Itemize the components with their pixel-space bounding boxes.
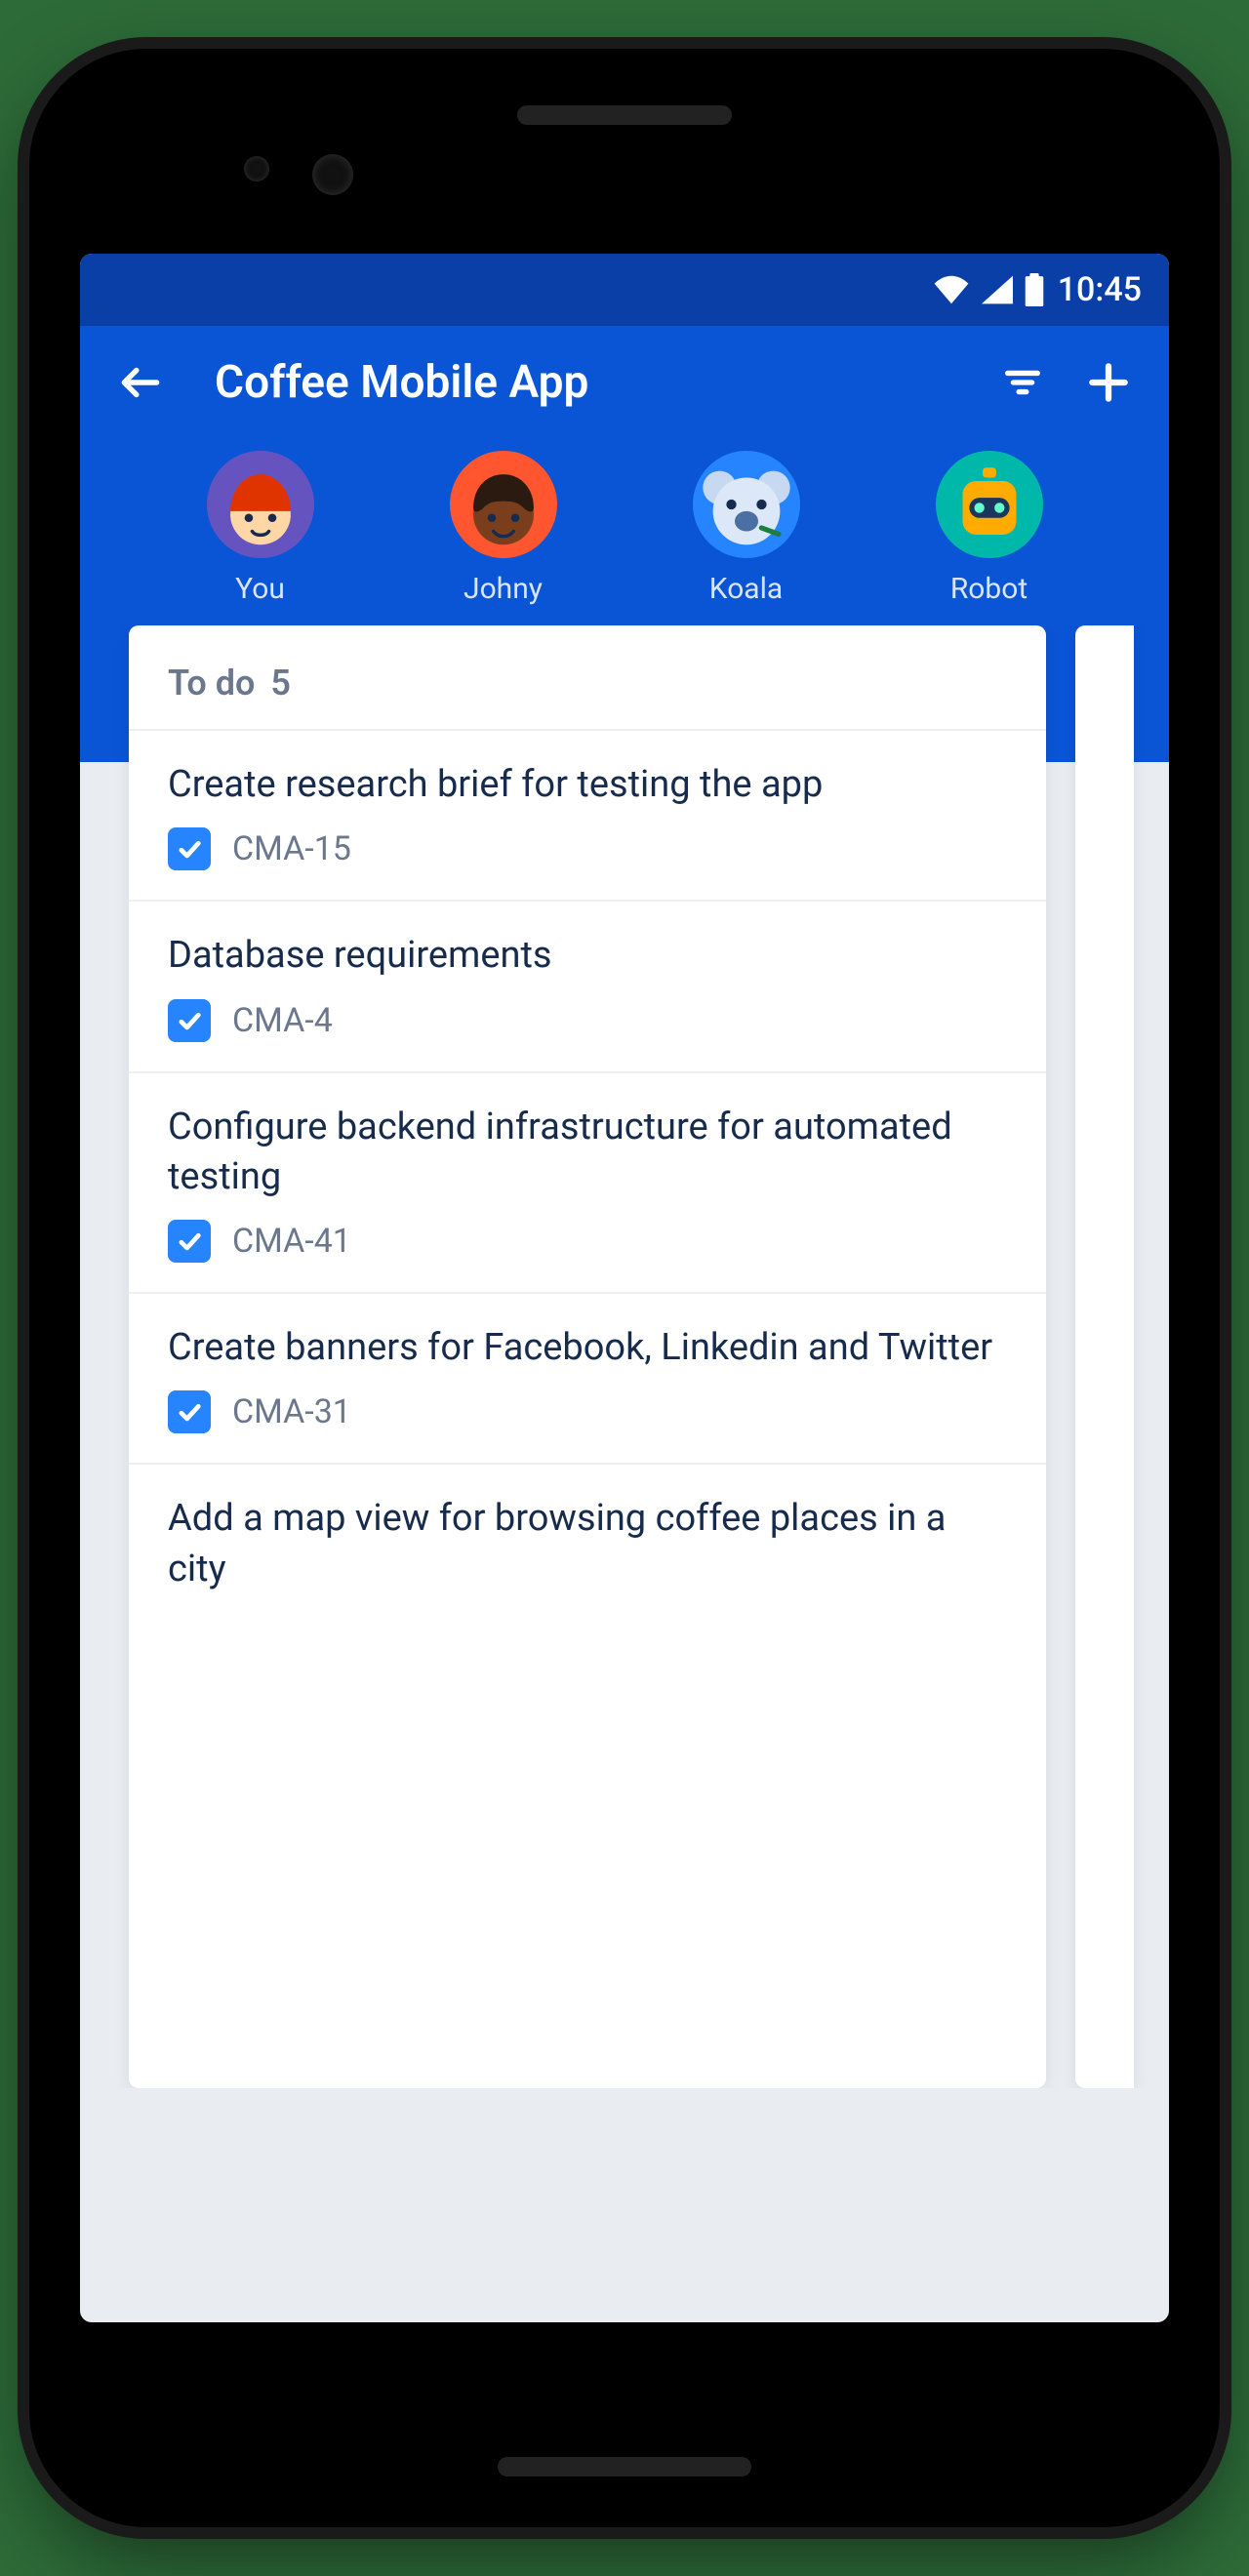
column-todo: To do 5 Create research brief for testin… bbox=[129, 625, 1046, 2088]
card-key: CMA-15 bbox=[232, 829, 351, 868]
card[interactable]: Database requirements CMA-4 bbox=[129, 900, 1046, 1070]
avatar-image bbox=[450, 451, 557, 558]
column-next-peek[interactable] bbox=[1075, 625, 1134, 2088]
card[interactable]: Create banners for Facebook, Linkedin an… bbox=[129, 1292, 1046, 1463]
column-name: To do bbox=[168, 663, 255, 704]
cellular-icon bbox=[982, 275, 1013, 304]
phone-speaker-top bbox=[517, 105, 732, 125]
card-list[interactable]: Create research brief for testing the ap… bbox=[129, 729, 1046, 2088]
status-bar: 10:45 bbox=[80, 254, 1169, 326]
card-title: Add a map view for browsing coffee place… bbox=[168, 1494, 1007, 1594]
phone-frame: 10:45 Coffee Mobile App bbox=[29, 49, 1220, 2527]
card-title: Configure backend infrastructure for aut… bbox=[168, 1103, 1007, 1203]
card-title: Create research brief for testing the ap… bbox=[168, 760, 1007, 810]
avatar-label: Johny bbox=[463, 572, 543, 606]
avatar-label: Robot bbox=[950, 572, 1027, 606]
task-type-icon bbox=[168, 1220, 211, 1263]
avatar-robot[interactable]: Robot bbox=[936, 451, 1043, 606]
avatar-image bbox=[207, 451, 314, 558]
card-key: CMA-4 bbox=[232, 1001, 333, 1040]
avatar-image bbox=[693, 451, 800, 558]
card-title: Database requirements bbox=[168, 931, 1007, 981]
status-time: 10:45 bbox=[1058, 270, 1142, 309]
avatar-label: You bbox=[235, 572, 285, 606]
column-header[interactable]: To do 5 bbox=[129, 625, 1046, 729]
filter-button[interactable] bbox=[991, 351, 1054, 414]
avatar-row: You Johny bbox=[80, 425, 1169, 606]
phone-camera bbox=[244, 156, 269, 181]
avatar-image bbox=[936, 451, 1043, 558]
card-key: CMA-41 bbox=[232, 1222, 351, 1261]
task-type-icon bbox=[168, 827, 211, 870]
card-key: CMA-31 bbox=[232, 1392, 351, 1431]
page-title: Coffee Mobile App bbox=[215, 356, 968, 409]
board-area[interactable]: To do 5 Create research brief for testin… bbox=[80, 625, 1169, 2088]
add-button[interactable] bbox=[1077, 351, 1140, 414]
avatar-koala[interactable]: Koala bbox=[693, 451, 800, 606]
card[interactable]: Create research brief for testing the ap… bbox=[129, 729, 1046, 900]
card-title: Create banners for Facebook, Linkedin an… bbox=[168, 1323, 1007, 1373]
avatar-you[interactable]: You bbox=[207, 451, 314, 606]
task-type-icon bbox=[168, 999, 211, 1042]
back-button[interactable] bbox=[109, 351, 172, 414]
screen: 10:45 Coffee Mobile App bbox=[80, 254, 1169, 2322]
wifi-icon bbox=[933, 275, 970, 304]
avatar-label: Koala bbox=[709, 572, 783, 606]
battery-icon bbox=[1025, 273, 1044, 306]
card[interactable]: Add a map view for browsing coffee place… bbox=[129, 1463, 1046, 1641]
phone-camera bbox=[312, 154, 353, 195]
phone-speaker-bottom bbox=[498, 2457, 751, 2476]
card[interactable]: Configure backend infrastructure for aut… bbox=[129, 1071, 1046, 1293]
column-count: 5 bbox=[270, 663, 291, 704]
task-type-icon bbox=[168, 1390, 211, 1433]
avatar-johny[interactable]: Johny bbox=[450, 451, 557, 606]
